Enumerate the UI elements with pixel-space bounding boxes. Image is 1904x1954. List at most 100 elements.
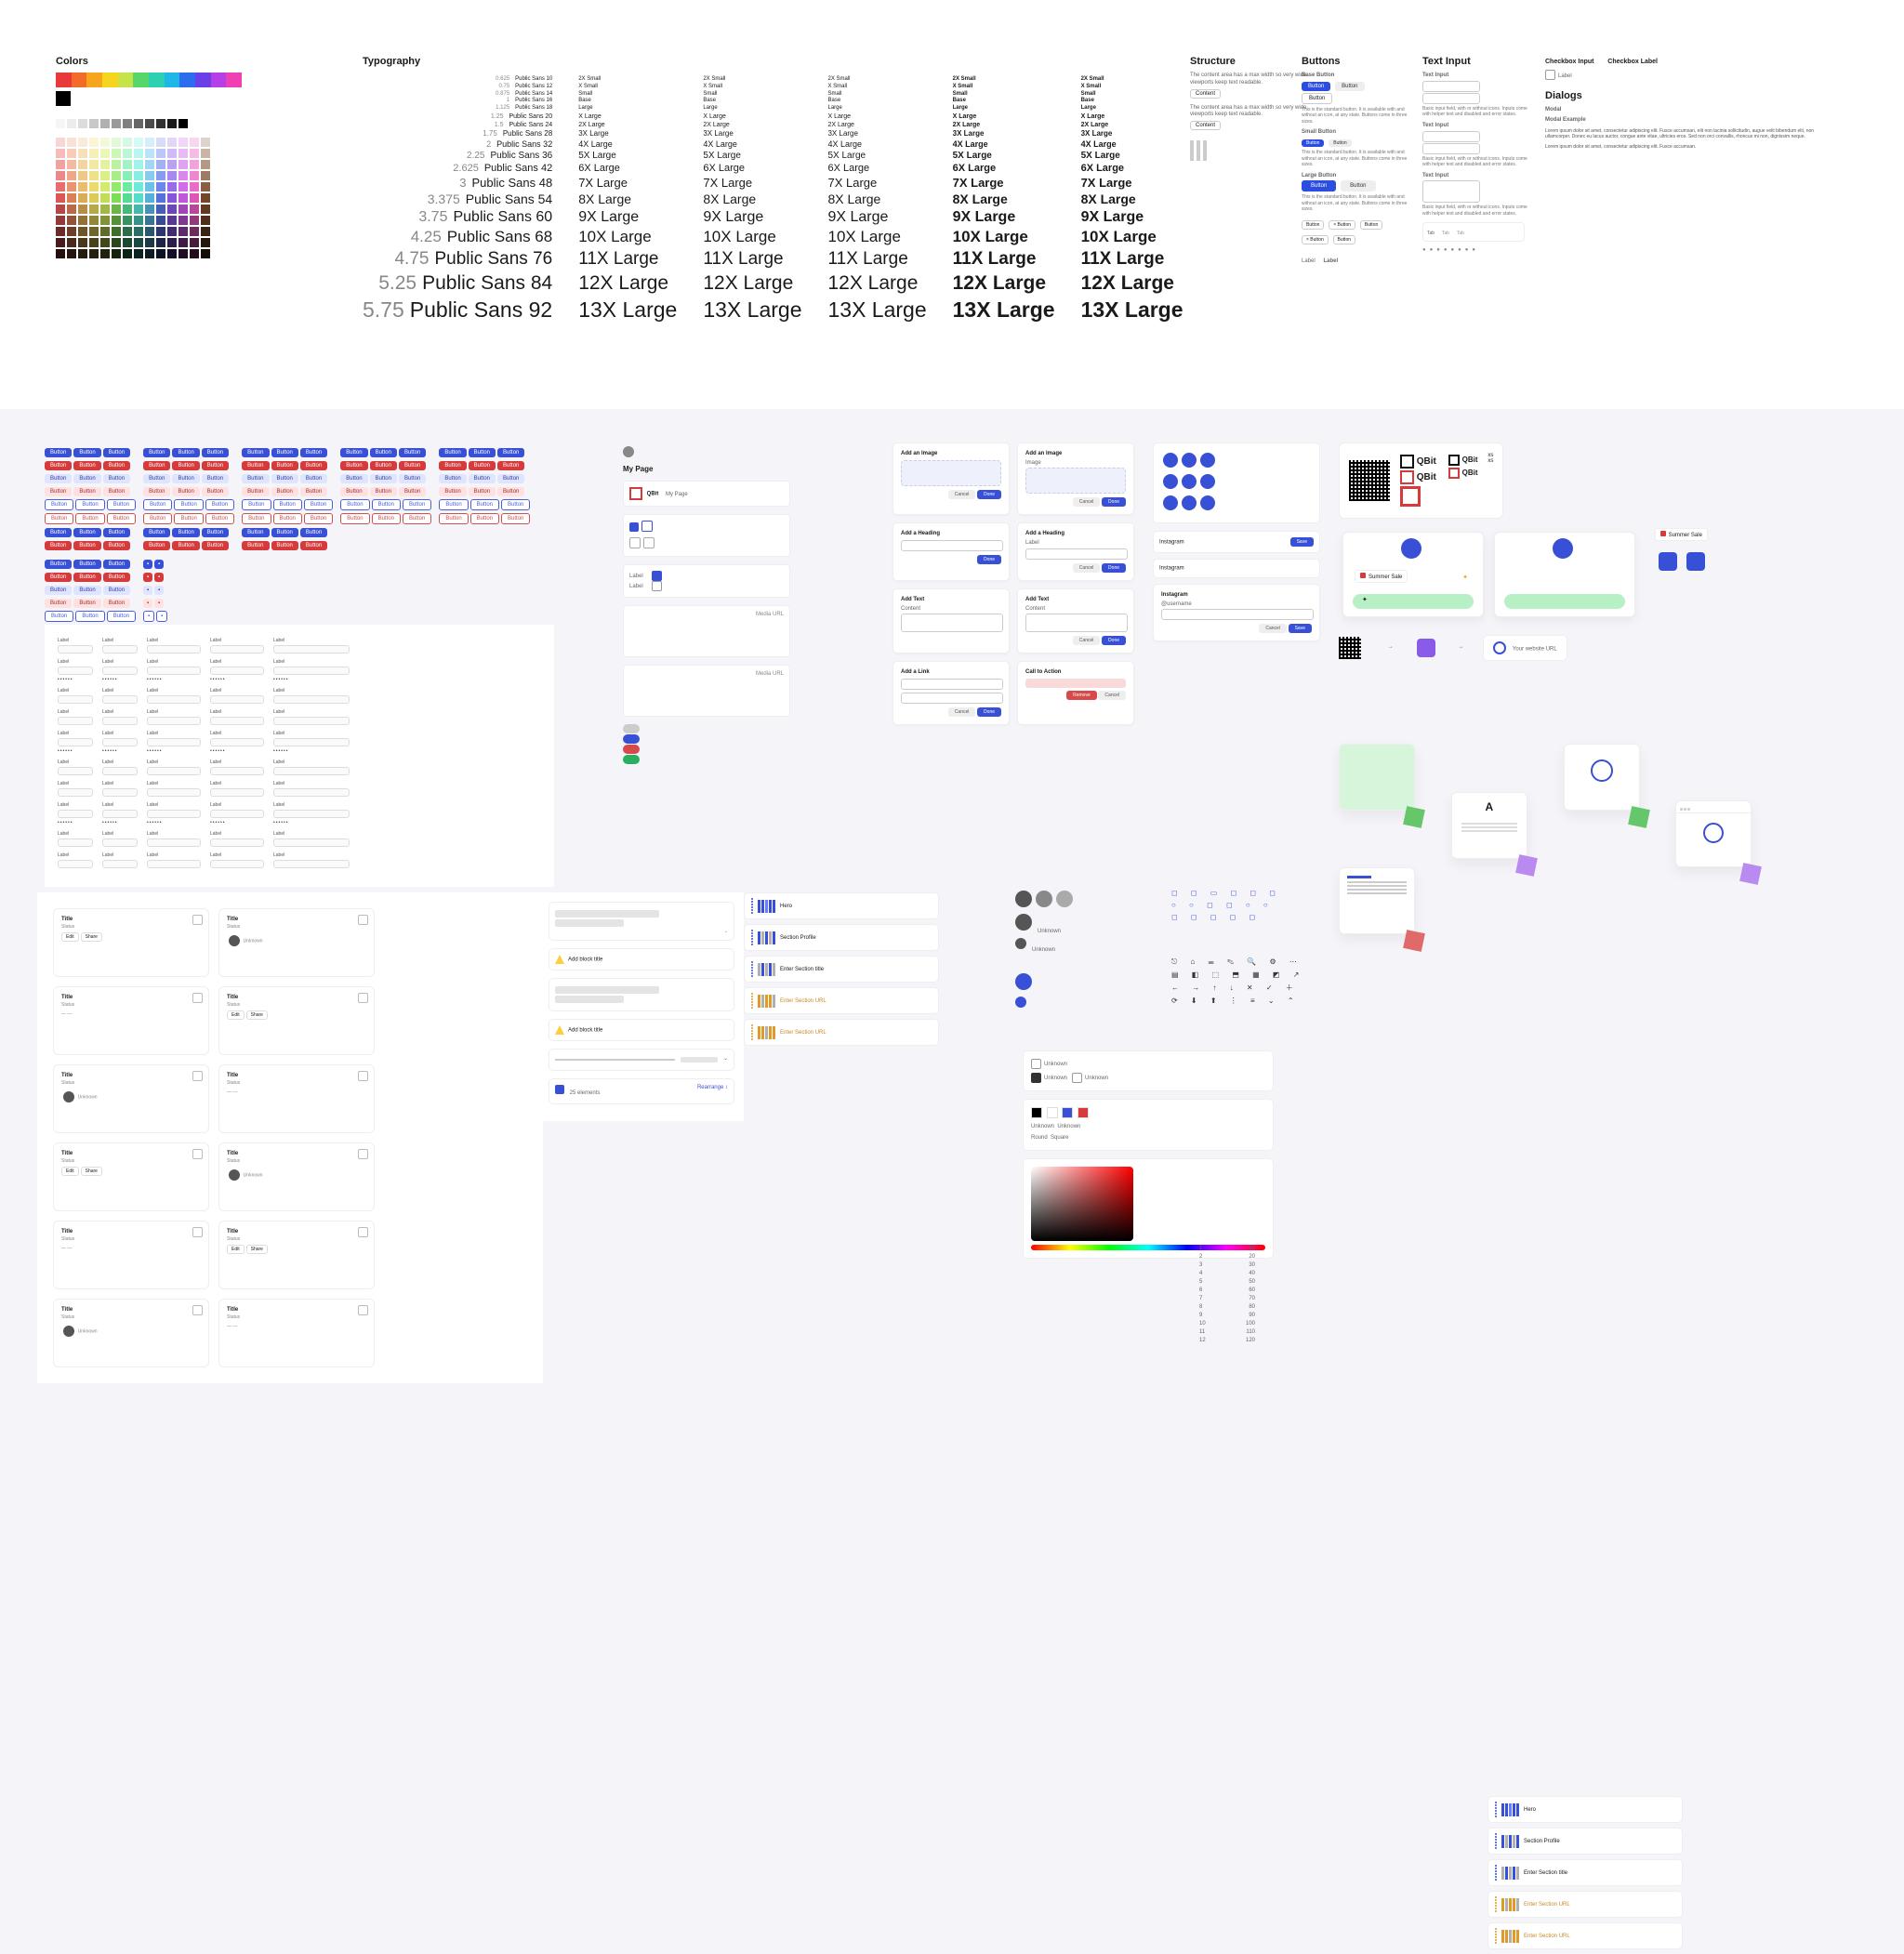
matrix-button[interactable]: Button: [103, 487, 130, 496]
save-button[interactable]: Save: [1289, 624, 1312, 633]
text-field[interactable]: [273, 695, 350, 704]
done-button[interactable]: Done: [1102, 563, 1126, 573]
drag-handle-icon[interactable]: [751, 1024, 753, 1040]
text-field[interactable]: [102, 645, 138, 654]
matrix-button[interactable]: Button: [205, 499, 234, 510]
share-button[interactable]: Share: [246, 1245, 268, 1254]
matrix-button[interactable]: Button: [45, 461, 72, 470]
my-page-pill[interactable]: My Page: [666, 492, 688, 497]
matrix-button[interactable]: Button: [103, 528, 130, 537]
text-field[interactable]: [273, 838, 350, 847]
text-field[interactable]: [210, 767, 264, 775]
text-field[interactable]: [273, 788, 350, 797]
checkbox[interactable]: [652, 581, 662, 591]
share-button[interactable]: Share: [81, 1167, 102, 1176]
matrix-button[interactable]: Button: [300, 541, 327, 550]
cancel-button[interactable]: Cancel: [948, 707, 976, 717]
matrix-button[interactable]: Button: [73, 573, 100, 582]
toggle[interactable]: [623, 724, 640, 733]
matrix-button[interactable]: Button: [143, 474, 170, 483]
drag-handle-icon[interactable]: [1495, 1896, 1497, 1912]
section-row[interactable]: Enter Section title: [1488, 1859, 1683, 1886]
chip[interactable]: Button: [1360, 220, 1382, 230]
text-field[interactable]: [147, 717, 201, 725]
matrix-button[interactable]: Button: [172, 541, 199, 550]
edit-button[interactable]: Edit: [227, 1010, 245, 1020]
matrix-button[interactable]: Button: [107, 499, 136, 510]
social-icon[interactable]: [1163, 474, 1178, 489]
remove-button[interactable]: Remove: [1066, 691, 1097, 700]
section-row[interactable]: Hero: [1488, 1796, 1683, 1823]
matrix-button[interactable]: Button: [497, 487, 524, 496]
text-field[interactable]: [147, 788, 201, 797]
matrix-button[interactable]: Button: [202, 541, 229, 550]
icon-button[interactable]: ▪: [154, 573, 164, 582]
section-row[interactable]: Enter Section URL: [1488, 1922, 1683, 1949]
icon-button[interactable]: ▪: [143, 611, 154, 622]
matrix-button[interactable]: Button: [45, 448, 72, 457]
cancel-button[interactable]: Cancel: [1098, 691, 1126, 700]
matrix-button[interactable]: Button: [304, 513, 333, 524]
cancel-button[interactable]: Cancel: [1073, 563, 1101, 573]
image-dropzone[interactable]: [901, 460, 1001, 486]
matrix-button[interactable]: Button: [403, 513, 431, 524]
text-field[interactable]: [58, 810, 93, 818]
drag-handle-icon[interactable]: [1495, 1833, 1497, 1849]
matrix-button[interactable]: Button: [497, 461, 524, 470]
matrix-button[interactable]: Button: [172, 448, 199, 457]
matrix-button[interactable]: Button: [103, 474, 130, 483]
cancel-button[interactable]: Cancel: [1073, 497, 1101, 507]
checkbox[interactable]: [1072, 1073, 1082, 1083]
done-button[interactable]: Done: [977, 707, 1001, 717]
matrix-button[interactable]: Button: [271, 448, 298, 457]
social-icon[interactable]: [1163, 453, 1178, 468]
matrix-button[interactable]: Button: [103, 461, 130, 470]
text-field[interactable]: [58, 788, 93, 797]
matrix-button[interactable]: Button: [439, 448, 466, 457]
text-field[interactable]: [58, 667, 93, 675]
text-field[interactable]: [273, 860, 350, 868]
text-field[interactable]: [273, 738, 350, 746]
matrix-button[interactable]: Button: [399, 448, 426, 457]
matrix-button[interactable]: Button: [300, 528, 327, 537]
section-row[interactable]: Enter Section URL: [1488, 1891, 1683, 1918]
matrix-button[interactable]: Button: [271, 474, 298, 483]
outline-button[interactable]: Button: [1302, 93, 1332, 104]
text-field[interactable]: [58, 767, 93, 775]
text-field[interactable]: [147, 667, 201, 675]
edit-button[interactable]: Edit: [227, 1245, 245, 1254]
card-checkbox[interactable]: [192, 1227, 203, 1237]
matrix-button[interactable]: Button: [73, 541, 100, 550]
matrix-button[interactable]: Button: [469, 474, 496, 483]
matrix-button[interactable]: Button: [45, 541, 72, 550]
text-field[interactable]: [58, 860, 93, 868]
matrix-button[interactable]: Button: [172, 474, 199, 483]
matrix-button[interactable]: Button: [45, 560, 72, 569]
matrix-button[interactable]: Button: [470, 499, 499, 510]
textarea-sample[interactable]: [1422, 180, 1480, 203]
matrix-button[interactable]: Button: [73, 474, 100, 483]
matrix-button[interactable]: Button: [107, 513, 136, 524]
link-input[interactable]: [901, 693, 1003, 704]
swatch[interactable]: [1062, 1107, 1073, 1118]
matrix-button[interactable]: Button: [469, 448, 496, 457]
icon-button[interactable]: ▪: [143, 573, 152, 582]
edit-button[interactable]: Edit: [61, 1167, 79, 1176]
matrix-button[interactable]: Button: [242, 448, 269, 457]
matrix-button[interactable]: Button: [271, 528, 298, 537]
matrix-button[interactable]: Button: [370, 474, 397, 483]
section-row[interactable]: Hero: [744, 892, 939, 919]
matrix-button[interactable]: Button: [143, 448, 170, 457]
text-field[interactable]: [58, 717, 93, 725]
matrix-button[interactable]: Button: [45, 528, 72, 537]
matrix-button[interactable]: Button: [205, 513, 234, 524]
matrix-button[interactable]: Button: [103, 573, 130, 582]
text-field[interactable]: [102, 838, 138, 847]
matrix-button[interactable]: Button: [242, 487, 269, 496]
chip[interactable]: × Button: [1302, 235, 1329, 244]
matrix-button[interactable]: Button: [439, 513, 468, 524]
matrix-button[interactable]: Button: [399, 474, 426, 483]
matrix-button[interactable]: Button: [45, 487, 72, 496]
matrix-button[interactable]: Button: [370, 461, 397, 470]
text-field[interactable]: [102, 860, 138, 868]
